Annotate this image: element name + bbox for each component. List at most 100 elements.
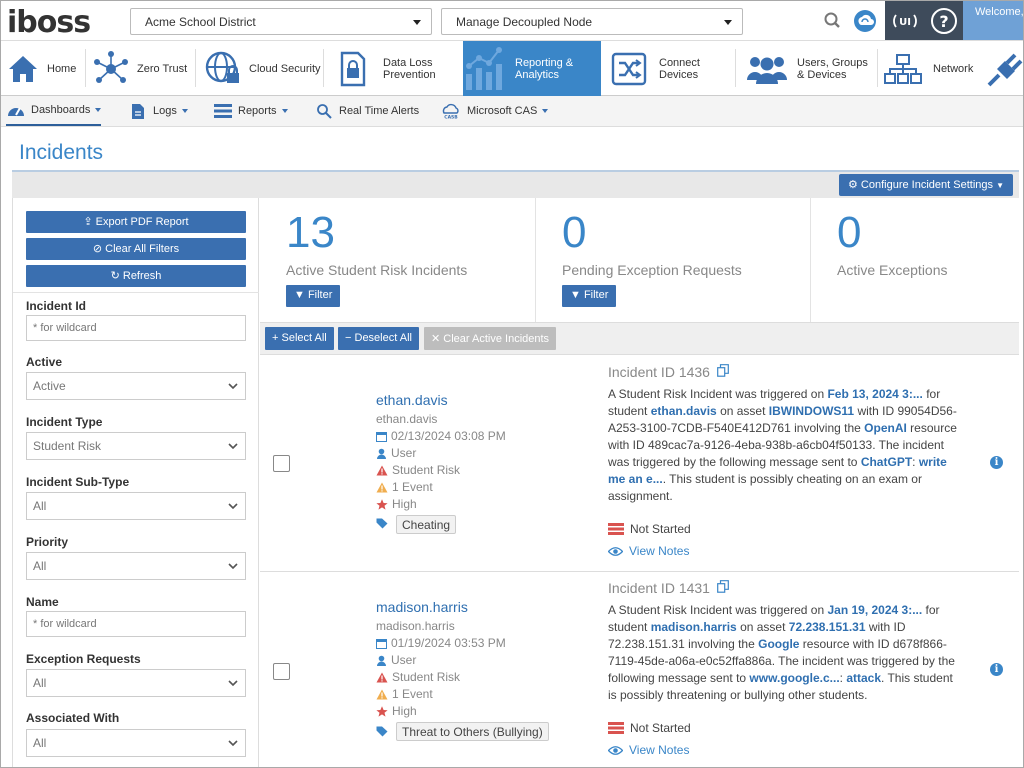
incident-id-input[interactable]: * for wildcard [26, 315, 246, 341]
deselect-all-button[interactable]: − Deselect All [338, 327, 419, 350]
exception-requests-select[interactable]: All [26, 669, 246, 697]
star-icon [376, 498, 388, 510]
node-select[interactable]: Manage Decoupled Node [441, 8, 743, 35]
associated-with-select[interactable]: All [26, 729, 246, 757]
incident-resource-link[interactable]: OpenAI [864, 421, 907, 435]
view-notes-link[interactable]: View Notes [608, 743, 689, 757]
incident-checkbox[interactable] [273, 663, 290, 680]
cloud-sync-icon[interactable] [851, 7, 879, 35]
shuffle-icon [611, 52, 647, 85]
stat-pending-exceptions: 0 Pending Exception Requests ▼ Filter [536, 198, 811, 322]
ui-toggle-icon[interactable]: UI [889, 7, 921, 35]
incident-checkbox[interactable] [273, 455, 290, 472]
export-pdf-button[interactable]: ⇪ Export PDF Report [26, 211, 246, 233]
action-bar: + Select All − Deselect All ✕ Clear Acti… [260, 322, 1019, 355]
priority-label: Priority [26, 535, 69, 549]
incident-status[interactable]: Not Started [608, 522, 691, 536]
priority-text: High [392, 704, 417, 718]
refresh-button[interactable]: ↻ Refresh [26, 265, 246, 287]
incident-asset-link[interactable]: 72.238.151.31 [789, 620, 866, 634]
clear-all-filters-button[interactable]: ⊘ Clear All Filters [26, 238, 246, 260]
chevron-down-icon [724, 20, 732, 25]
nav-network[interactable]: Network [879, 41, 979, 96]
copy-icon[interactable] [716, 364, 729, 377]
district-select[interactable]: Acme School District [130, 8, 432, 35]
incident-id: Incident ID 1436 [608, 364, 729, 380]
incident-tag[interactable]: Cheating [396, 515, 457, 534]
incident-type: Student Risk [376, 463, 460, 477]
nav-zero-trust-label: Zero Trust [137, 62, 188, 75]
subnav-dashboards[interactable]: Dashboards [6, 96, 102, 126]
svg-text:?: ? [939, 12, 948, 31]
incident-events: 1 Event [376, 480, 433, 494]
clear-active-incidents-button[interactable]: ✕ Clear Active Incidents [424, 327, 557, 350]
incident-subtype-select[interactable]: All [26, 492, 246, 520]
nav-zero-trust[interactable]: Zero Trust [87, 41, 193, 96]
select-all-button[interactable]: + Select All [265, 327, 334, 350]
incident-resource-link[interactable]: Google [758, 637, 799, 651]
incident-student-link[interactable]: ethan.davis [651, 404, 717, 418]
calendar-icon [376, 431, 387, 442]
incident-role: User [376, 653, 416, 667]
active-select[interactable]: Active [26, 372, 246, 400]
incident-message-link[interactable]: attack [846, 671, 881, 685]
incident-user-link[interactable]: madison.harris [376, 599, 468, 615]
incident-row: ethan.davis ethan.davis 02/13/2024 03:08… [260, 356, 1019, 572]
stat-value: 0 [837, 208, 862, 257]
node-select-value: Manage Decoupled Node [456, 15, 593, 29]
status-bars-icon [608, 722, 624, 734]
configure-incident-settings-button[interactable]: ⚙ Configure Incident Settings ▼ [838, 174, 1013, 196]
filter-icon: ▼ [294, 289, 305, 301]
incident-target-link[interactable]: ChatGPT [861, 455, 912, 469]
incident-student-link[interactable]: madison.harris [651, 620, 737, 634]
incident-tag[interactable]: Threat to Others (Bullying) [396, 722, 549, 741]
info-icon[interactable]: i [990, 456, 1003, 469]
info-icon[interactable]: i [990, 663, 1003, 676]
incident-user-link[interactable]: ethan.davis [376, 392, 448, 408]
app-window: iboss Acme School District Manage Decoup… [0, 0, 1024, 768]
nav-connect-devices[interactable]: Connect Devices [603, 41, 733, 96]
nav-users-groups-devices[interactable]: Users, Groups & Devices [737, 41, 875, 96]
minus-icon: − [345, 332, 352, 344]
incident-status[interactable]: Not Started [608, 721, 691, 735]
incident-type-select[interactable]: Student Risk [26, 432, 246, 460]
incident-date-link[interactable]: Jan 19, 2024 3:... [827, 603, 922, 617]
nav-cloud-security[interactable]: Cloud Security [197, 41, 321, 96]
nav-reporting-analytics[interactable]: Reporting & Analytics [463, 41, 601, 96]
incident-priority: High [376, 497, 417, 511]
incident-asset-link[interactable]: IBWINDOWS11 [769, 404, 854, 418]
svg-text:UI: UI [899, 17, 911, 28]
document-icon [132, 103, 144, 119]
associated-with-value: All [33, 736, 47, 750]
page-title: Incidents [19, 141, 104, 164]
datetime-text: 01/19/2024 03:53 PM [391, 636, 506, 650]
nav-data-loss-prevention[interactable]: Data Loss Prevention [325, 41, 463, 96]
chevron-down-icon [281, 109, 288, 113]
chevron-down-icon [228, 383, 238, 390]
filter-button[interactable]: ▼ Filter [286, 285, 341, 307]
name-input[interactable]: * for wildcard [26, 611, 246, 637]
incident-date-link[interactable]: Feb 13, 2024 3:... [827, 387, 922, 401]
priority-select[interactable]: All [26, 552, 246, 580]
welcome-user[interactable]: Welcome, [963, 1, 1023, 40]
tags-icon [376, 518, 388, 529]
copy-icon[interactable] [716, 580, 729, 593]
subnav-microsoft-cas[interactable]: CASB Microsoft CAS [441, 96, 549, 126]
chevron-down-icon [228, 503, 238, 510]
plug-icon[interactable] [985, 49, 1023, 89]
nav-home[interactable]: Home [1, 41, 83, 96]
subnav-real-time-alerts[interactable]: Real Time Alerts [316, 96, 419, 126]
search-icon[interactable] [819, 7, 847, 35]
close-icon: ✕ [431, 333, 441, 345]
subnav-reports-label: Reports [238, 105, 277, 117]
view-notes-link[interactable]: View Notes [608, 544, 689, 558]
incident-target-link[interactable]: www.google.c... [749, 671, 839, 685]
status-bars-icon [608, 523, 624, 535]
filter-button[interactable]: ▼ Filter [562, 285, 617, 307]
ban-icon: ⊘ [92, 243, 103, 255]
help-icon[interactable]: ? [929, 6, 959, 36]
caret-down-icon: ▼ [996, 181, 1004, 190]
subnav-reports[interactable]: Reports [214, 96, 288, 126]
subnav-logs[interactable]: Logs [131, 96, 188, 126]
iboss-logo[interactable]: iboss [7, 5, 91, 40]
